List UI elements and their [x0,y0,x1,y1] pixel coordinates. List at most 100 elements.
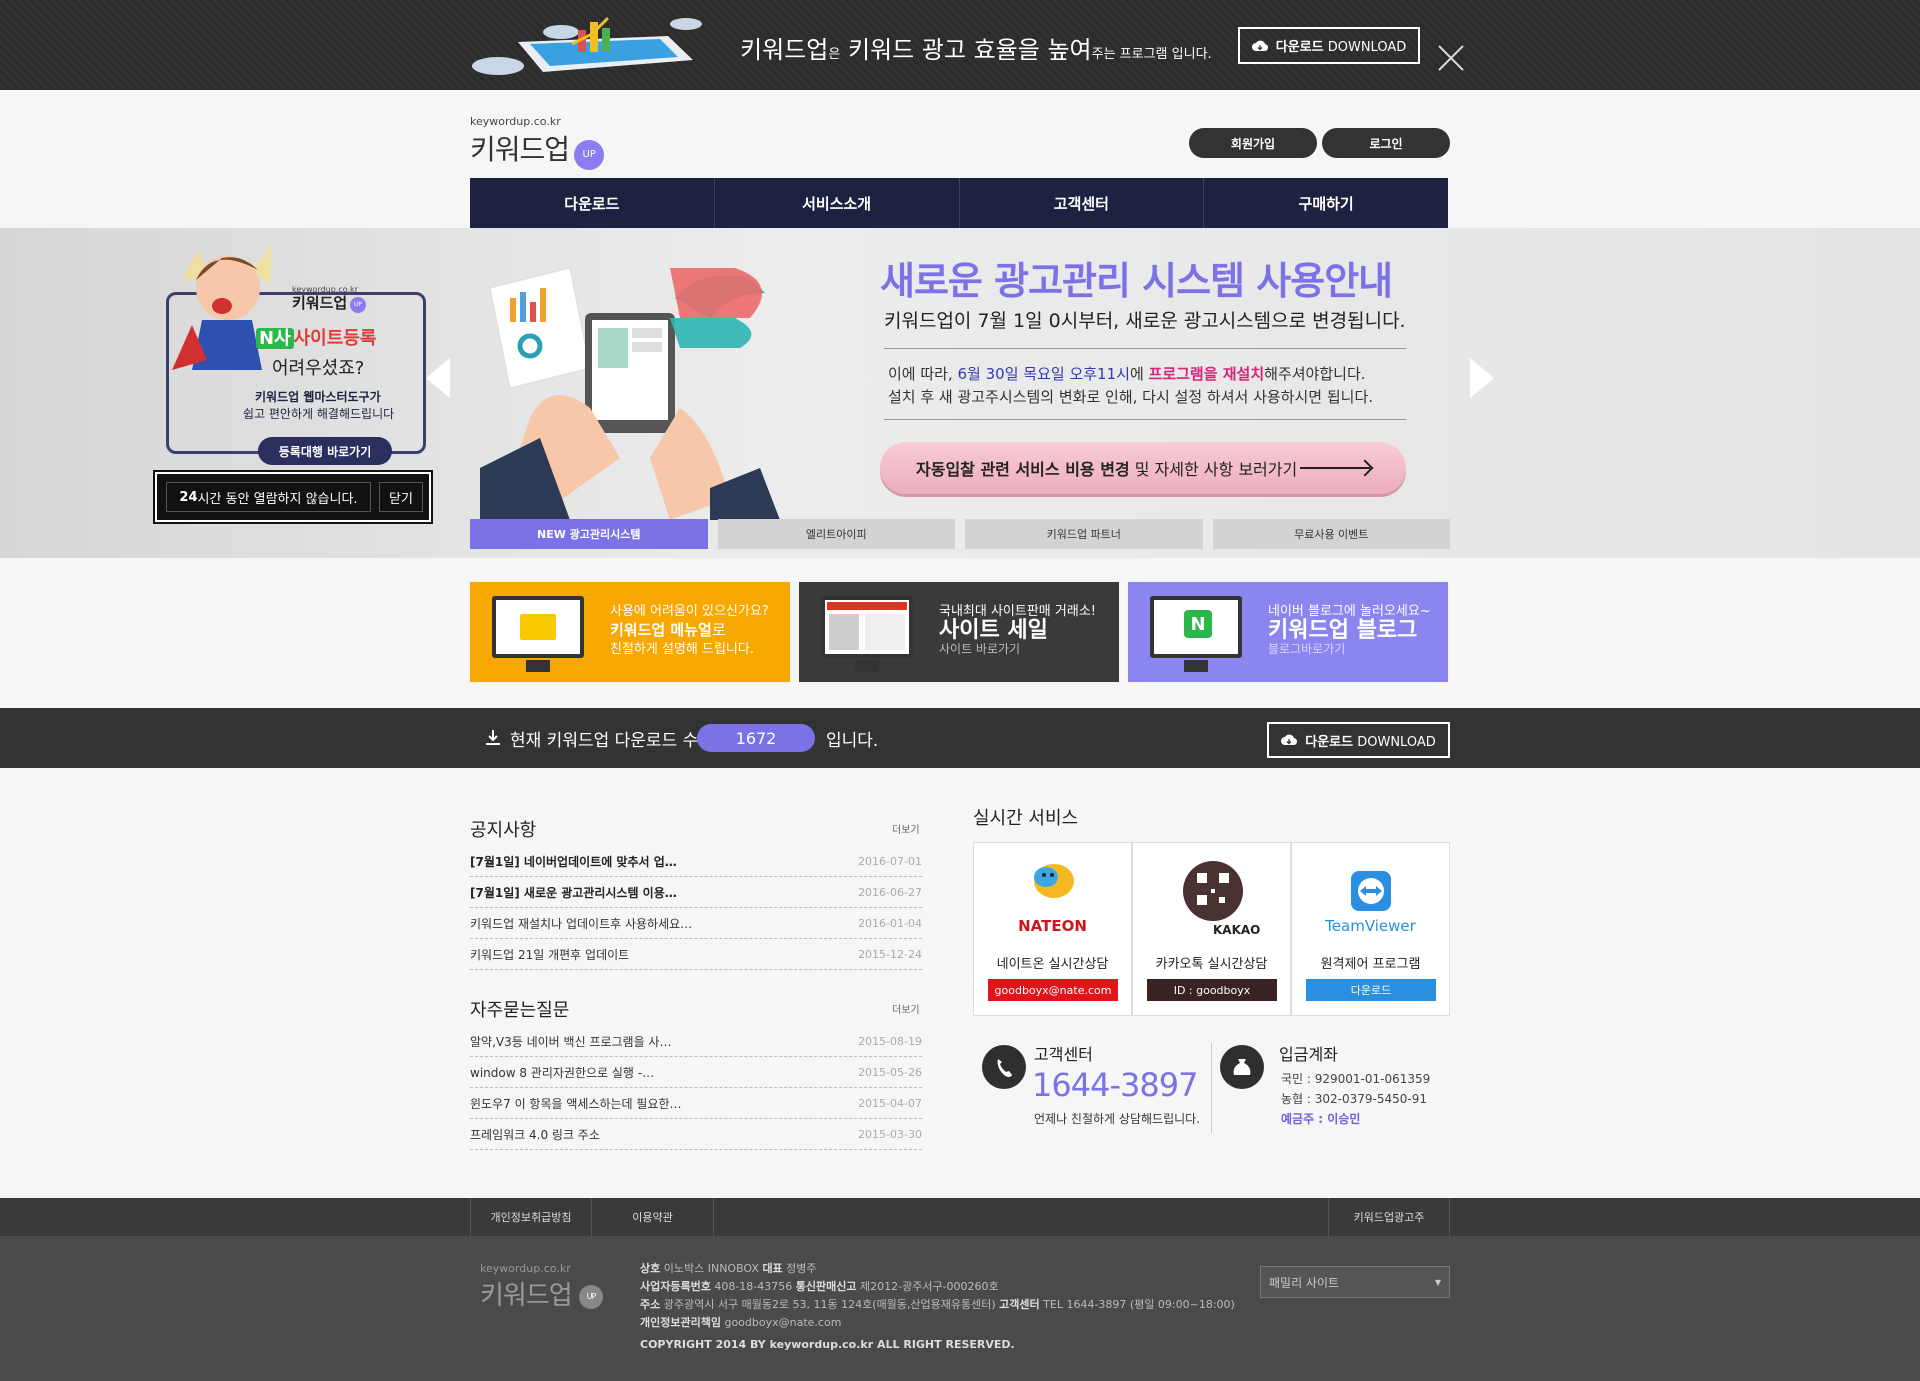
hero-illustration [480,267,780,520]
logo-up-badge: UP [574,139,605,170]
list-item[interactable]: 윈도우7 이 항목을 액세스하는데 필요한… 2015-04-07 [470,1088,922,1119]
download-icon [486,730,500,745]
popup-question: 어려우셨죠? [272,358,365,379]
nateon-brand: NATEON [1018,917,1087,935]
banner-manual[interactable]: 사용에 어려움이 있으신가요? 키워드업 메뉴얼로 친절하게 설명해 드립니다. [470,582,790,682]
hero-tab-free-event[interactable]: 무료사용 이벤트 [1212,519,1450,549]
promo-bar: 키워드업은 키워드 광고 효율을 높여주는 프로그램 입니다. 다운로드 DOW… [0,0,1920,90]
banner-site-sale-text: 국내최대 사이트판매 거래소! 사이트 세일 사이트 바로가기 [939,604,1096,656]
popup-close-bar: 24 시간 동안 열람하지 않습니다. 닫기 [153,470,433,524]
service-nateon: NATEON 네이트온 실시간상담 goodboyx@nate.com [973,842,1132,1016]
money-bag-icon [1220,1045,1264,1089]
hero-next-arrow-icon[interactable] [1470,358,1494,398]
monitor-icon [492,596,584,658]
monitor-icon [821,596,913,658]
bank-account-nh: 농협 : 302-0379-5450-91 [1281,1092,1427,1106]
bank-account-kb: 국민 : 929001-01-061359 [1281,1072,1431,1086]
nateon-id-button[interactable]: goodboyx@nate.com [988,979,1118,1001]
nav-download[interactable]: 다운로드 [470,178,715,228]
hero-cta-button[interactable]: 자동입찰 관련 서비스 비용 변경 및 자세한 사항 보러가기 [880,442,1406,494]
teamviewer-icon [1351,871,1391,911]
main-nav: 다운로드 서비스소개 고객센터 구매하기 [470,178,1448,228]
kakao-brand: KAKAO [1213,923,1261,937]
faq-more-link[interactable]: 더보기 [892,1001,920,1016]
monitor-stand [1184,660,1208,672]
popup-line1: 키워드업 웹마스터도구가 [255,390,381,404]
phone-icon [982,1045,1026,1089]
faq-list: 알약,V3등 네이버 백신 프로그램을 사… 2015-08-19 window … [470,1026,922,1150]
kakao-qr-icon [1183,861,1243,921]
notice-list: [7월1일] 네이버업데이트에 맞추서 업… 2016-07-01 [7월1일] … [470,846,922,970]
nateon-icon [1034,864,1074,898]
cloud-download-icon [1251,40,1268,51]
hero-tab-partner[interactable]: 키워드업 파트너 [965,519,1203,549]
list-item[interactable]: 키워드업 재설치나 업데이트후 사용하세요… 2016-01-04 [470,908,922,939]
footer-links-bar: 개인정보취급방침 이용약관 키워드업광고주 [0,1198,1920,1236]
site-logo[interactable]: keywordup.co.kr 키워드업 UP [470,115,605,170]
monitor-icon: N [1150,596,1242,658]
logo-name: 키워드업 [470,133,570,166]
kakao-id-button[interactable]: ID : goodboyx [1147,979,1277,1001]
hero-subtitle: 키워드업이 7월 1일 0시부터, 새로운 광고시스템으로 변경됩니다. [884,310,1406,332]
family-site-select[interactable]: 패밀리 사이트 [1260,1266,1450,1298]
teamviewer-download-button[interactable]: 다운로드 [1306,979,1436,1001]
hero-notice: 이에 따라, 6월 30일 목요일 오후11시에 프로그램을 재설치해주셔야합니… [884,348,1406,420]
support-phone: 1644-3897 [1032,1066,1198,1104]
counter-download-button[interactable]: 다운로드 DOWNLOAD [1267,722,1450,758]
list-item[interactable]: 키워드업 21일 개편후 업데이트 2015-12-24 [470,939,922,970]
hero-tabs: NEW 광고관리시스템 엘리트아이피 키워드업 파트너 무료사용 이벤트 [470,519,1450,549]
footer-logo: keywordup.co.kr 키워드업 UP [480,1262,603,1312]
monitor-stand [855,660,879,672]
service-kakao: KAKAO 카카오톡 실시간상담 ID : goodboyx [1132,842,1291,1016]
service-teamviewer: TeamViewer 원격제어 프로그램 다운로드 [1291,842,1450,1016]
arrow-right-icon [1300,467,1370,469]
bank-title: 입금계좌 [1279,1045,1338,1064]
monitor-stand [526,660,550,672]
cloud-download-icon [1281,734,1298,746]
logo-domain: keywordup.co.kr [470,115,561,128]
promo-close-icon[interactable] [1436,43,1466,73]
popup-close-button[interactable]: 닫기 [379,482,423,512]
hero-tab-elite-ip[interactable]: 엘리트아이피 [717,519,955,549]
download-counter-label: 현재 키워드업 다운로드 수 [510,731,699,751]
promo-download-button[interactable]: 다운로드 DOWNLOAD [1238,27,1420,64]
footer-privacy-link[interactable]: 개인정보취급방침 [470,1198,592,1236]
hero-tab-new-system[interactable]: NEW 광고관리시스템 [470,519,708,549]
footer-company-info: 상호 이노박스 INNOBOX 대표 정병주 사업자등록번호 408-18-43… [640,1262,1235,1351]
download-count: 1672 [697,724,815,752]
nav-customer-center[interactable]: 고객센터 [960,178,1205,228]
service-name: 원격제어 프로그램 [1320,957,1421,972]
naver-n-icon: N [1184,610,1212,638]
list-item[interactable]: 프레임워크 4.0 링크 주소 2015-03-30 [470,1119,922,1150]
service-name: 카카오톡 실시간상담 [1155,957,1268,972]
popup-hide-24h-button[interactable]: 24 시간 동안 열람하지 않습니다. [166,482,371,512]
support-title: 고객센터 [1034,1045,1093,1064]
promo-tagline: 키워드업은 키워드 광고 효율을 높여주는 프로그램 입니다. [740,36,1212,64]
notice-more-link[interactable]: 더보기 [892,821,920,836]
hero-prev-arrow-icon[interactable] [426,358,450,398]
list-item[interactable]: [7월1일] 네이버업데이트에 맞추서 업… 2016-07-01 [470,846,922,877]
download-counter-suffix: 입니다. [826,731,879,751]
nav-service-intro[interactable]: 서비스소개 [715,178,960,228]
realtime-title: 실시간 서비스 [973,808,1079,829]
popup-register-button[interactable]: 등록대행 바로가기 [258,437,392,465]
popup-logo-name: 키워드업 [292,294,348,312]
notice-title: 공지사항 [470,820,537,841]
banner-site-sale[interactable]: 국내최대 사이트판매 거래소! 사이트 세일 사이트 바로가기 [799,582,1119,682]
list-item[interactable]: window 8 관리자권한으로 실행 -… 2015-05-26 [470,1057,922,1088]
footer-terms-link[interactable]: 이용약관 [592,1198,714,1236]
login-button[interactable]: 로그인 [1322,128,1450,158]
divider [1211,1043,1212,1133]
faq-title: 자주묻는질문 [470,1000,570,1021]
footer-advertiser-link[interactable]: 키워드업광고주 [1328,1198,1450,1236]
bank-holder: 예금주 : 이승민 [1281,1112,1361,1126]
banner-manual-text: 사용에 어려움이 있으신가요? 키워드업 메뉴얼로 친절하게 설명해 드립니다. [610,604,769,657]
teamviewer-brand: TeamViewer [1325,917,1416,935]
nav-purchase[interactable]: 구매하기 [1204,178,1448,228]
list-item[interactable]: [7월1일] 새로운 광고관리시스템 이용… 2016-06-27 [470,877,922,908]
banner-blog-text: 네이버 블로그에 놀러오세요~ 키워드업 블로그 블로그바로가기 [1268,604,1431,656]
signup-button[interactable]: 회원가입 [1189,128,1317,158]
banner-blog[interactable]: N 네이버 블로그에 놀러오세요~ 키워드업 블로그 블로그바로가기 [1128,582,1448,682]
list-item[interactable]: 알약,V3등 네이버 백신 프로그램을 사… 2015-08-19 [470,1026,922,1057]
download-counter-bar: 현재 키워드업 다운로드 수 1672 입니다. 다운로드 DOWNLOAD [0,708,1920,768]
